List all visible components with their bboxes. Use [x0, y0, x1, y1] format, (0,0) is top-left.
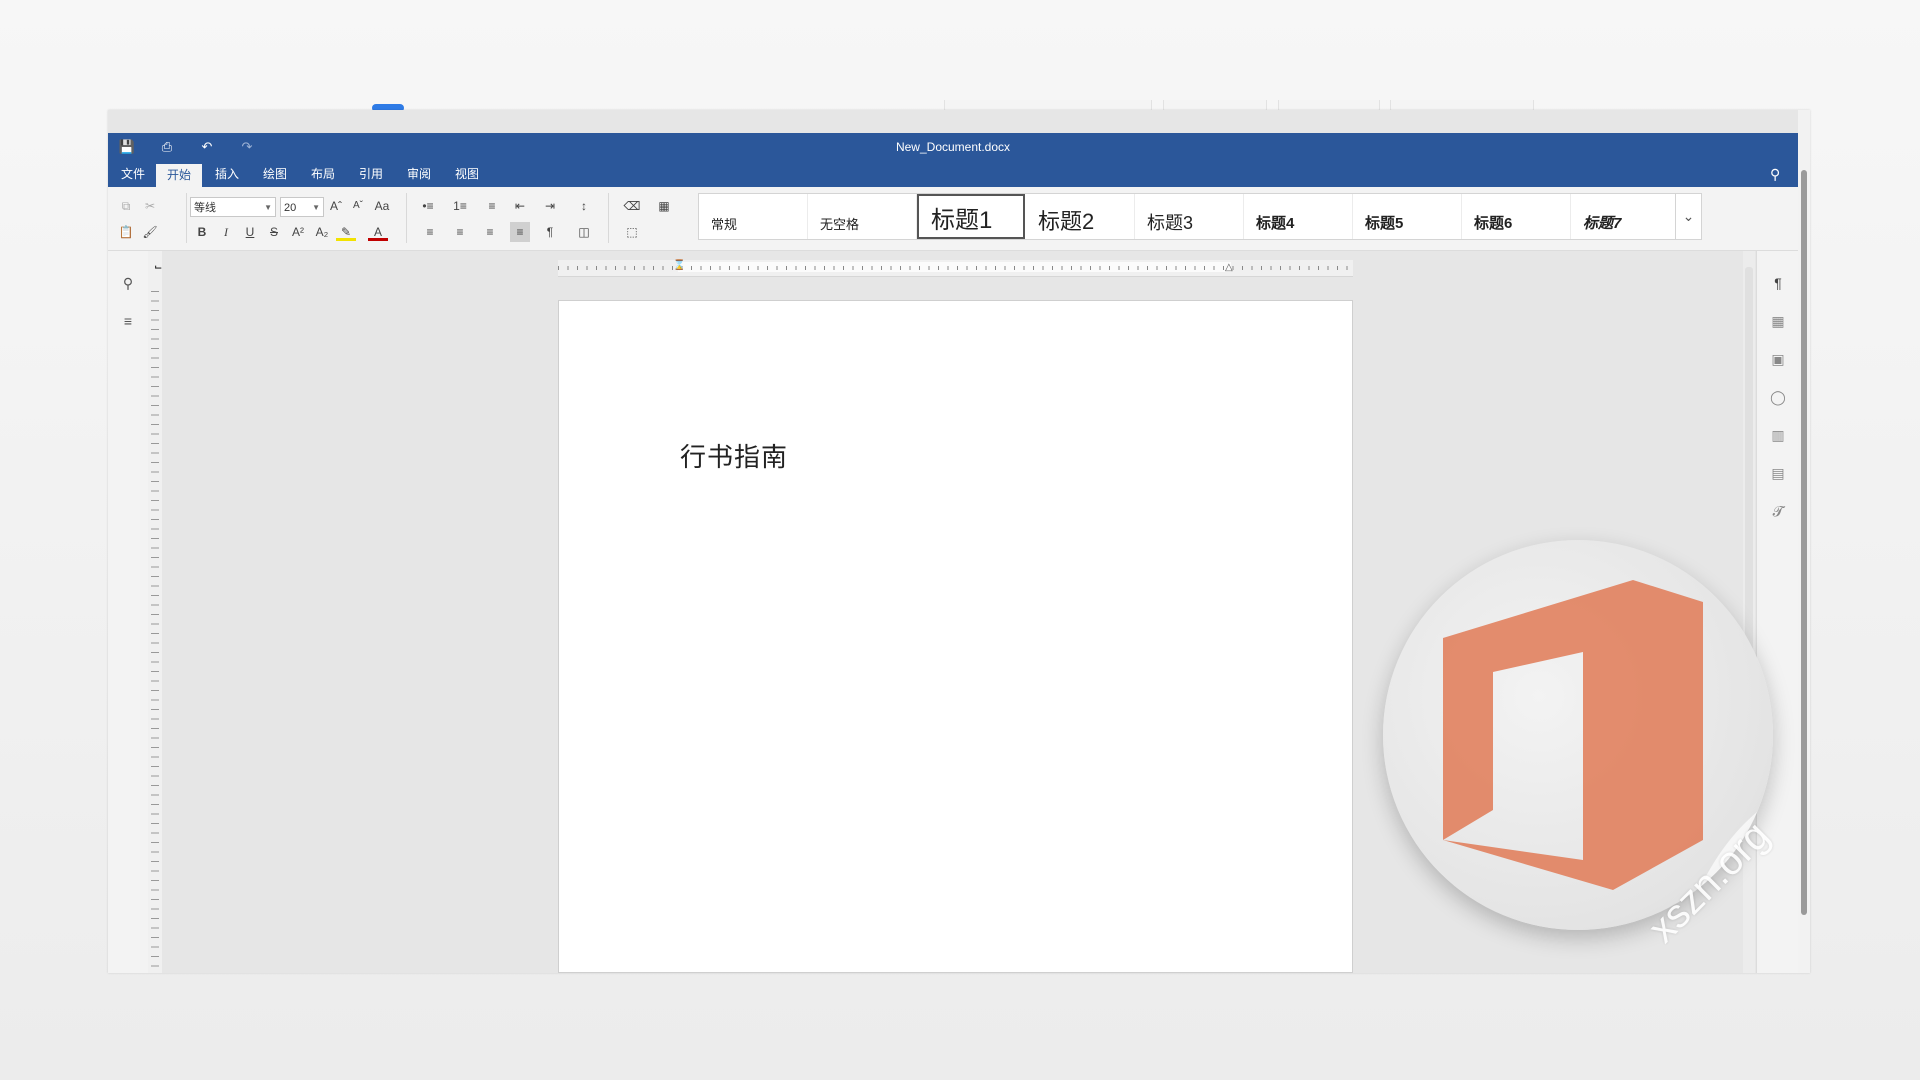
shading-icon[interactable]: ◫: [574, 222, 594, 242]
eraser-icon[interactable]: ⌫: [622, 196, 642, 216]
align-center-icon[interactable]: ≡: [450, 222, 470, 242]
superscript-icon[interactable]: A²: [288, 222, 308, 242]
find-icon[interactable]: ⚲: [118, 275, 138, 295]
header-footer-icon[interactable]: ▤: [1768, 465, 1788, 485]
separator: [608, 193, 609, 243]
text-art-icon[interactable]: 𝓣: [1768, 503, 1788, 523]
cut-icon[interactable]: ✂: [140, 196, 160, 216]
vertical-ruler-ticks: [151, 291, 159, 973]
change-case-icon[interactable]: Aa: [372, 196, 392, 216]
paragraph-mark-icon[interactable]: ¶: [540, 222, 560, 242]
styles-more-chevron-icon[interactable]: ⌄: [1676, 193, 1702, 240]
document-page[interactable]: 行书指南: [558, 300, 1353, 973]
style-heading-2[interactable]: 标题2: [1026, 194, 1135, 239]
menu-home[interactable]: 开始: [156, 164, 203, 187]
left-sidebar: ⚲ ≡: [108, 251, 149, 973]
numbered-list-icon[interactable]: 1≡: [450, 196, 470, 216]
document-title: New_Document.docx: [895, 140, 1011, 154]
shrink-font-icon[interactable]: Aˇ: [348, 196, 368, 216]
separator: [186, 193, 187, 243]
align-right-icon[interactable]: ≡: [480, 222, 500, 242]
window-scrollbar[interactable]: [1798, 110, 1810, 973]
font-size-value: 20: [284, 202, 297, 214]
search-icon[interactable]: ⚲: [1770, 166, 1780, 183]
format-painter-icon[interactable]: 🖌: [140, 222, 160, 242]
highlight-icon[interactable]: ✎: [336, 222, 356, 241]
align-left-icon[interactable]: ≡: [420, 222, 440, 242]
font-size-select[interactable]: 20 ▼: [280, 197, 324, 217]
underline-icon[interactable]: U: [240, 222, 260, 242]
menu-layout[interactable]: 布局: [300, 161, 346, 187]
font-name-value: 等线: [194, 202, 216, 214]
paste-icon[interactable]: 📋: [116, 222, 136, 242]
window-scroll-thumb[interactable]: [1801, 170, 1807, 915]
increase-indent-icon[interactable]: ⇥: [540, 196, 560, 216]
style-heading-4[interactable]: 标题4: [1244, 194, 1353, 239]
chart-settings-icon[interactable]: ▥: [1768, 427, 1788, 447]
bold-icon[interactable]: B: [192, 222, 212, 242]
strikethrough-icon[interactable]: S: [264, 222, 284, 242]
left-indent-marker[interactable]: ⌛: [673, 260, 685, 271]
bullet-list-icon[interactable]: •≡: [418, 196, 438, 216]
chevron-down-icon: ▼: [264, 203, 272, 212]
style-heading-5[interactable]: 标题5: [1353, 194, 1462, 239]
subscript-icon[interactable]: A₂: [312, 222, 332, 242]
style-normal[interactable]: 常规: [699, 194, 808, 239]
separator: [406, 193, 407, 243]
select-icon[interactable]: ⬚: [622, 222, 642, 242]
menu-bar: 文件 开始 插入 绘图 布局 引用 审阅 视图 ⚲: [108, 161, 1798, 187]
shape-settings-icon[interactable]: ◯: [1768, 389, 1788, 409]
navigation-pane-icon[interactable]: ≡: [118, 313, 138, 333]
grow-font-icon[interactable]: Aˆ: [326, 196, 346, 216]
justify-icon[interactable]: ≡: [510, 222, 530, 242]
document-scroll-thumb[interactable]: [1745, 267, 1753, 677]
vertical-ruler: [148, 251, 162, 973]
style-heading-3[interactable]: 标题3: [1135, 194, 1244, 239]
ribbon-toolbar: ⧉ ✂ 📋 🖌 等线 ▼ 20 ▼ Aˆ Aˇ Aa B I U S A² A₂ ✎…: [108, 187, 1798, 251]
menu-insert[interactable]: 插入: [204, 161, 250, 187]
font-color-icon[interactable]: A: [368, 222, 388, 241]
right-indent-marker[interactable]: △: [1225, 262, 1233, 273]
italic-icon[interactable]: I: [216, 222, 236, 242]
copy-icon[interactable]: ⧉: [116, 196, 136, 216]
menu-review[interactable]: 审阅: [396, 161, 442, 187]
multilevel-list-icon[interactable]: ≡: [482, 196, 502, 216]
table-settings-icon[interactable]: ▦: [1768, 313, 1788, 333]
paragraph-settings-icon[interactable]: ¶: [1768, 275, 1788, 295]
document-heading[interactable]: 行书指南: [680, 437, 788, 474]
styles-gallery: 常规 无空格 标题1 标题2 标题3 标题4 标题5 标题6 标题7: [698, 193, 1676, 240]
style-heading-1[interactable]: 标题1: [917, 194, 1025, 239]
menu-file[interactable]: 文件: [110, 161, 156, 187]
menu-references[interactable]: 引用: [348, 161, 394, 187]
tab-stop-selector[interactable]: ⌙: [154, 262, 162, 273]
menu-view[interactable]: 视图: [444, 161, 490, 187]
style-heading-6[interactable]: 标题6: [1462, 194, 1571, 239]
image-settings-icon[interactable]: ▣: [1768, 351, 1788, 371]
menu-draw[interactable]: 绘图: [252, 161, 298, 187]
borders-icon[interactable]: ▦: [654, 196, 674, 216]
font-name-select[interactable]: 等线 ▼: [190, 197, 276, 217]
right-sidebar: ¶ ▦ ▣ ◯ ▥ ▤ 𝓣: [1756, 251, 1799, 973]
title-bar: 💾 ⎙ ↶ ↷ New_Document.docx: [108, 133, 1798, 161]
style-heading-7[interactable]: 标题7: [1571, 194, 1675, 239]
line-spacing-icon[interactable]: ↕: [574, 196, 594, 216]
chevron-down-icon: ▼: [312, 203, 320, 212]
decrease-indent-icon[interactable]: ⇤: [510, 196, 530, 216]
horizontal-ruler[interactable]: ⌛ △: [558, 260, 1353, 277]
style-no-spacing[interactable]: 无空格: [808, 194, 917, 239]
